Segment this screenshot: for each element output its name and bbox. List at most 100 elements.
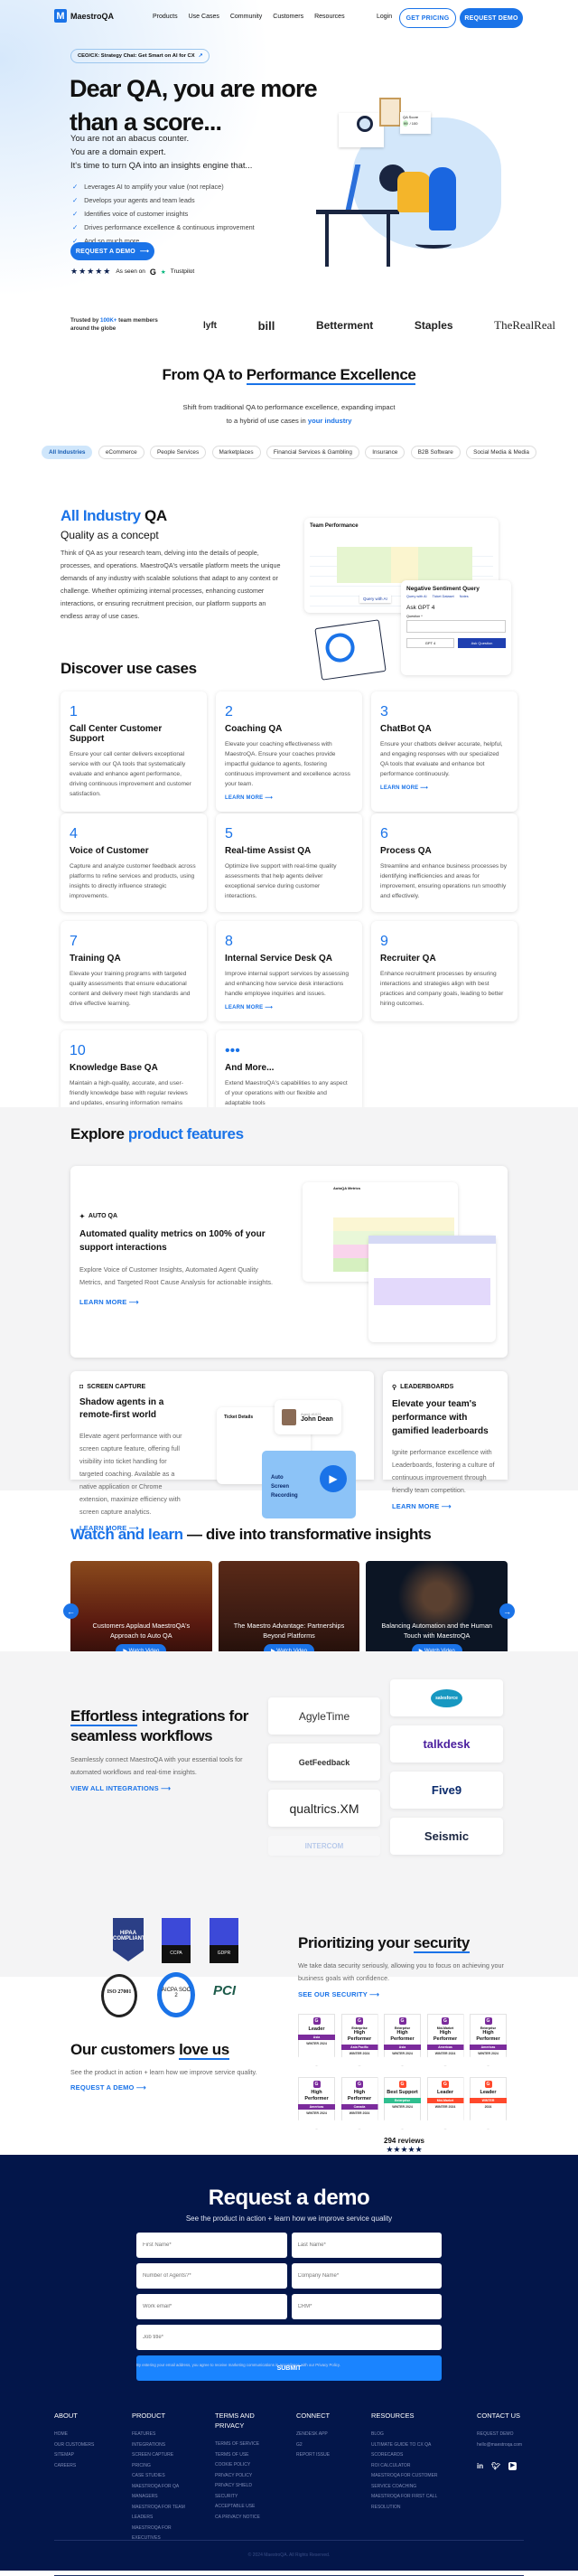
usecase-card[interactable]: 7 Training QA Elevate your training prog… [61, 921, 207, 1021]
nav-use-cases[interactable]: Use Cases [189, 14, 219, 20]
tab-financial-services[interactable]: Financial Services & Gambling [266, 446, 359, 459]
footer-link[interactable]: CASE STUDIES [132, 2471, 186, 2482]
logo[interactable]: M MaestroQA [54, 9, 114, 23]
footer-link[interactable]: PRIVACY SHIELD [215, 2481, 269, 2492]
usecase-learn-more[interactable]: LEARN MORE ⟶ [225, 794, 353, 801]
footer-link[interactable]: FEATURES [132, 2430, 186, 2440]
job-title-input[interactable] [136, 2325, 442, 2350]
gdpr-badge: GDPR [210, 1918, 238, 1963]
usecase-desc: Optimize live support with real-time qua… [225, 863, 337, 899]
g2-icon: G [356, 2081, 363, 2088]
login-link[interactable]: Login [377, 14, 392, 20]
footer-link[interactable]: ROI CALCULATOR [371, 2461, 443, 2472]
footer-link[interactable]: MAESTROQA FOR TEAM LEADERS [132, 2503, 186, 2524]
autoqa-learn-more[interactable]: LEARN MORE ⟶ [79, 1298, 283, 1306]
footer-link[interactable]: TERMS OF SERVICE [215, 2440, 269, 2450]
usecase-learn-more[interactable]: LEARN MORE ⟶ [225, 1004, 353, 1011]
footer-link[interactable]: SCREEN CAPTURE [132, 2450, 186, 2461]
tab-all-industries[interactable]: All Industries [42, 446, 93, 459]
tab-marketplaces[interactable]: Marketplaces [211, 446, 261, 459]
get-pricing-button[interactable]: GET PRICING [399, 8, 456, 28]
security-title-pre: Prioritizing your [298, 1934, 414, 1951]
usecase-card[interactable]: 5 Real-time Assist QA Optimize live supp… [216, 813, 362, 912]
footer-link[interactable]: MAESTROQA FOR CUSTOMER SERVICE COACHING [371, 2471, 443, 2492]
crm-input[interactable] [291, 2294, 442, 2319]
footer-link[interactable]: BLOG [371, 2430, 443, 2440]
footer-link[interactable]: OUR CUSTOMERS [54, 2440, 108, 2451]
g2-badge: G Leader Mid-Market WINTER 2024 [426, 2077, 464, 2129]
footer-link[interactable]: CA PRIVACY NOTICE [215, 2513, 269, 2524]
see-security-link[interactable]: SEE OUR SECURITY ⟶ [298, 1990, 506, 1998]
number-of-agents-input[interactable] [136, 2263, 287, 2289]
footer-link[interactable]: PRICING [132, 2461, 186, 2472]
footer-link[interactable]: MAESTROQA FOR FIRST CALL RESOLUTION [371, 2492, 443, 2513]
usecase-card[interactable]: 3 ChatBot QA Ensure your chatbots delive… [371, 691, 517, 812]
work-email-input[interactable] [136, 2294, 287, 2319]
youtube-icon[interactable]: ▶ [508, 2462, 517, 2470]
footer-link[interactable]: REQUEST DEMO [477, 2430, 531, 2440]
footer-link[interactable]: SECURITY [215, 2492, 269, 2503]
usecase-card[interactable]: 6 Process QA Streamline and enhance busi… [371, 813, 517, 912]
footer-link[interactable]: REPORT ISSUE [296, 2450, 350, 2461]
video-card[interactable]: The Maestro Advantage: Partnerships Beyo… [218, 1561, 360, 1663]
footer-link[interactable]: ACCEPTABLE USE [215, 2502, 269, 2513]
request-demo-button[interactable]: REQUEST DEMO [460, 8, 523, 28]
tab-insurance[interactable]: Insurance [365, 446, 406, 459]
twitter-icon[interactable]: 🐦︎ [491, 2462, 500, 2470]
footer-link[interactable]: CAREERS [54, 2461, 108, 2472]
badge-title: High Performer [476, 2030, 500, 2042]
view-all-integrations-link[interactable]: VIEW ALL INTEGRATIONS ⟶ [70, 1784, 251, 1792]
footer-link[interactable]: MAESTROQA FOR QA MANAGERS [132, 2482, 186, 2503]
video-card[interactable]: Customers Applaud MaestroQA's Approach t… [70, 1561, 212, 1663]
badge-strip: Americas [426, 2045, 464, 2050]
nav-products[interactable]: Products [153, 14, 178, 20]
last-name-input[interactable] [291, 2233, 442, 2258]
footer-link[interactable]: ULTIMATE GUIDE TO CX QA SCORECARDS [371, 2440, 443, 2461]
play-button[interactable]: ▶ [320, 1465, 347, 1492]
company-name-input[interactable] [291, 2263, 442, 2289]
g2-badge: G Leader Asia WINTER 2024 [298, 2014, 335, 2066]
footer-link[interactable]: INTEGRATIONS [132, 2440, 186, 2451]
usecase-card[interactable]: 4 Voice of Customer Capture and analyze … [61, 813, 207, 912]
perf-sub-highlight: your industry [307, 417, 352, 425]
tab-b2b-software[interactable]: B2B Software [410, 446, 461, 459]
customers-title-hl: love us [179, 2041, 229, 2060]
recording-card: Auto Screen Recording ▶ [262, 1451, 356, 1518]
tab-people-services[interactable]: People Services [149, 446, 207, 459]
announcement-pill[interactable]: CEO/CX: Strategy Chat: Get Smart on AI f… [70, 49, 210, 63]
usecase-card[interactable]: 9 Recruiter QA Enhance recruitment proce… [371, 921, 517, 1021]
hero-request-demo-button[interactable]: REQUEST A DEMO ⟶ [70, 242, 154, 260]
usecase-card[interactable]: 8 Internal Service Desk QA Improve inter… [216, 921, 362, 1021]
footer-link[interactable]: SITEMAP [54, 2450, 108, 2461]
usecase-card[interactable]: 2 Coaching QA Elevate your coaching effe… [216, 691, 362, 812]
tab-social-media[interactable]: Social Media & Media [466, 446, 536, 459]
footer-link[interactable]: COOKIE POLICY [215, 2460, 269, 2471]
usecase-card[interactable]: 1 Call Center Customer Support Ensure yo… [61, 691, 207, 812]
footer-link[interactable]: MAESTROQA FOR EXECUTIVES [132, 2524, 186, 2544]
footer-link[interactable]: PRIVACY POLICY [215, 2471, 269, 2482]
footer-link[interactable]: G2 [296, 2440, 350, 2451]
social-icons: in 🐦︎ ▶ [477, 2462, 517, 2470]
nav-customers[interactable]: Customers [273, 14, 303, 20]
customers-request-demo-link[interactable]: REQUEST A DEMO ⟶ [70, 2083, 278, 2092]
footer-link[interactable]: TERMS OF USE [215, 2450, 269, 2461]
first-name-input[interactable] [136, 2233, 287, 2258]
nav-community[interactable]: Community [230, 14, 262, 20]
leaderboards-learn-more[interactable]: LEARN MORE ⟶ [392, 1502, 499, 1510]
linkedin-icon[interactable]: in [477, 2462, 483, 2470]
tab-ecommerce[interactable]: eCommerce [98, 446, 144, 459]
video-card[interactable]: Balancing Automation and the Human Touch… [366, 1561, 508, 1663]
salesforce-logo: salesforce [390, 1679, 503, 1716]
usecase-learn-more[interactable]: LEARN MORE ⟶ [380, 785, 508, 791]
arrow-right-icon: ⟶ [265, 795, 274, 801]
footer-link[interactable]: HOME [54, 2430, 108, 2440]
autoqa-mock-title: AutoQA Metrics [333, 1186, 361, 1190]
badge-strip: WINTER [470, 2098, 507, 2103]
nav-resources[interactable]: Resources [314, 14, 344, 20]
carousel-prev-button[interactable]: ← [63, 1603, 79, 1619]
footer-link[interactable]: hello@maestroqa.com [477, 2440, 531, 2451]
footer-link[interactable]: ZENDESK APP [296, 2430, 350, 2440]
carousel-next-button[interactable]: → [499, 1603, 515, 1619]
badge-strip: Mid-Market [426, 2098, 464, 2103]
submit-button[interactable]: SUBMIT [136, 2355, 442, 2381]
